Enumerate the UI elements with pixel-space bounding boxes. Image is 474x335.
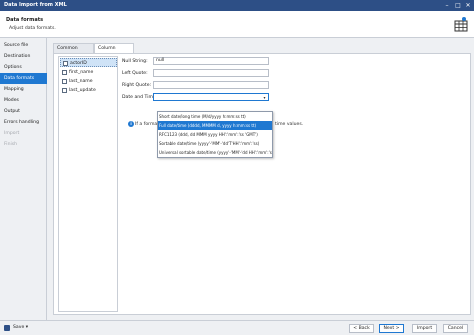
dropdown-option-selected[interactable]: Full date/time (dddd, MMMM d, yyyy h:mm:… — [158, 121, 272, 130]
page-subtitle: Adjust data formats. — [9, 26, 56, 31]
page-title: Data formats — [6, 17, 44, 23]
sidebar-item-mapping[interactable]: Mapping — [0, 84, 47, 95]
sidebar-item-label: Output — [4, 109, 20, 114]
chevron-down-icon[interactable]: ▾ — [262, 95, 267, 100]
dropdown-option[interactable]: Sortable date/time (yyyy'-'MM'-'dd'T'HH'… — [158, 139, 272, 148]
save-button[interactable]: Save ▾ — [13, 324, 28, 332]
sidebar-item-source-file[interactable]: Source file — [0, 40, 47, 51]
sidebar-item-destination[interactable]: Destination — [0, 51, 47, 62]
left-quote-label: Left Quote: — [122, 71, 148, 76]
column-icon — [62, 88, 67, 93]
column-name: last_update — [69, 88, 96, 93]
datetime-format-dropdown[interactable]: Short date/long time (M/d/yyyy h:mm:ss t… — [157, 111, 273, 158]
main-content: Common Formats Column Settings actorID f… — [49, 40, 471, 318]
right-quote-label: Right Quote: — [122, 83, 152, 88]
import-button[interactable]: Import — [412, 324, 437, 333]
sidebar-item-label: Options — [4, 65, 22, 70]
column-icon — [62, 79, 67, 84]
tab-common-formats[interactable]: Common Formats — [53, 43, 94, 61]
cancel-button[interactable]: Cancel — [443, 324, 468, 333]
info-text-suffix: time values. — [275, 122, 304, 127]
next-button[interactable]: Next > — [379, 324, 404, 333]
close-icon[interactable]: ✕ — [463, 1, 473, 10]
sidebar-item-label: Destination — [4, 54, 31, 59]
sidebar-item-modes[interactable]: Modes — [0, 95, 47, 106]
sidebar-item-import: Import — [0, 128, 47, 139]
sidebar-item-options[interactable]: Options — [0, 62, 47, 73]
column-list[interactable]: actorID first_name last_name last_update — [58, 56, 118, 312]
list-item[interactable]: last_update — [60, 86, 117, 95]
sidebar-item-label: Modes — [4, 98, 19, 103]
dropdown-option[interactable]: Short date/long time (M/d/yyyy h:mm:ss t… — [158, 112, 272, 121]
title-bar: Data Import from XML – □ ✕ — [0, 0, 474, 11]
column-name: last_name — [69, 79, 93, 84]
datetime-combobox[interactable]: ▾ — [153, 93, 269, 101]
column-icon — [62, 70, 67, 75]
column-settings-panel: actorID first_name last_name last_update… — [53, 53, 471, 315]
wizard-steps: Source file Destination Options Data for… — [0, 38, 47, 320]
sidebar-item-label: Errors handling — [4, 120, 39, 125]
list-item[interactable]: first_name — [60, 68, 117, 77]
info-text-prefix: If a format — [135, 122, 160, 127]
sidebar-item-label: Data formats — [4, 76, 35, 81]
sidebar-item-label: Import — [4, 131, 20, 136]
sidebar-item-label: Mapping — [4, 87, 24, 92]
list-item[interactable]: last_name — [60, 77, 117, 86]
column-name: first_name — [69, 70, 94, 75]
sidebar-item-finish: Finish — [0, 139, 47, 150]
sidebar-item-data-formats[interactable]: Data formats — [0, 73, 47, 84]
column-icon — [63, 61, 68, 66]
tab-column-settings[interactable]: Column Settings — [94, 43, 134, 61]
dropdown-option[interactable]: RFC1123 (ddd, dd MMM yyyy HH':'mm':'ss '… — [158, 130, 272, 139]
maximize-icon[interactable]: □ — [453, 1, 463, 10]
footer-bar: Save ▾ < Back Next > Import Cancel — [0, 320, 474, 335]
save-label: Save — [13, 325, 25, 330]
page-header: Data formats Adjust data formats. — [0, 11, 474, 38]
null-string-input[interactable]: null — [153, 57, 269, 65]
null-string-label: Null String: — [122, 59, 148, 64]
dropdown-option[interactable]: Universal sortable date/time (yyyy'-'MM'… — [158, 148, 272, 157]
back-button[interactable]: < Back — [349, 324, 374, 333]
sidebar-item-label: Finish — [4, 142, 18, 147]
minimize-icon[interactable]: – — [442, 1, 452, 10]
sidebar-item-label: Source file — [4, 43, 29, 48]
window-title: Data Import from XML — [4, 2, 67, 8]
sidebar-item-output[interactable]: Output — [0, 106, 47, 117]
right-quote-input[interactable] — [153, 81, 269, 89]
column-name: actorID — [70, 61, 87, 66]
left-quote-input[interactable] — [153, 69, 269, 77]
save-icon[interactable] — [4, 325, 10, 331]
list-item[interactable]: actorID — [60, 58, 117, 67]
sidebar-item-errors-handling[interactable]: Errors handling — [0, 117, 47, 128]
info-icon: i — [128, 121, 134, 127]
data-format-icon — [454, 17, 468, 32]
